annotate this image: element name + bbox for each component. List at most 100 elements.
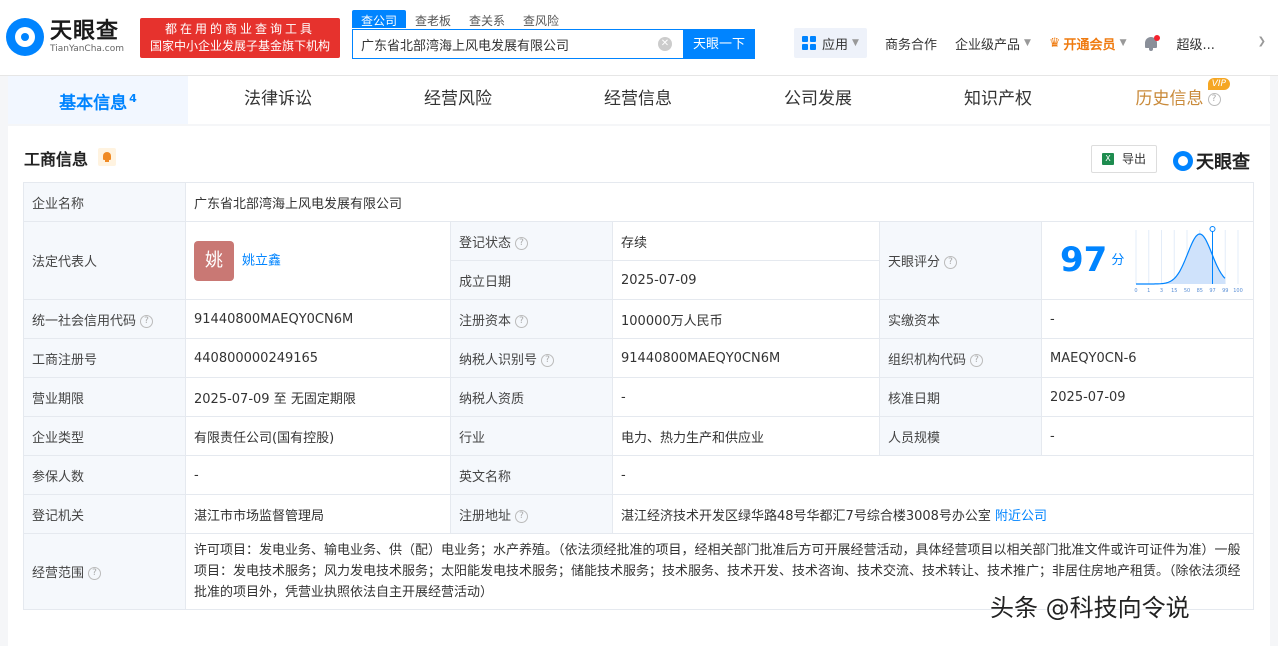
eye-logo-icon	[6, 18, 44, 56]
help-icon[interactable]: ?	[970, 353, 984, 367]
app-root: 天眼查 TianYanCha.com 都在用的商业查询工具 国家中小企业发展子基…	[0, 0, 1278, 646]
tab-basic-info[interactable]: 基本信息 4	[8, 76, 188, 124]
unread-dot	[1154, 35, 1161, 41]
excel-icon: X	[1102, 153, 1114, 165]
search-tab-company[interactable]: 查公司	[352, 10, 407, 28]
paid-capital-value: -	[1040, 299, 1255, 339]
tab-legal[interactable]: 法律诉讼	[188, 76, 368, 124]
score-distribution-chart: 0 1 3 15 50 85 97 99 100	[1134, 226, 1243, 294]
label-text: 注册资本	[459, 313, 512, 329]
address-value: 湛江经济技术开发区绿华路48号华都汇7号综合楼3008号办公室	[621, 508, 991, 524]
logo-domain: TianYanCha.com	[50, 43, 125, 54]
help-icon[interactable]: ?	[541, 353, 555, 367]
nav-enterprise[interactable]: 企业级产品 ▼	[955, 34, 1031, 53]
chevron-right-icon[interactable]: ❯	[1258, 36, 1266, 47]
tab-operation[interactable]: 经营信息	[548, 76, 728, 124]
cell-label: 行业	[450, 416, 613, 456]
table-row: 营业期限 2025-07-09 至 无固定期限 纳税人资质 - 核准日期 202…	[23, 377, 1255, 417]
cell-label: 实缴资本	[879, 299, 1042, 339]
table-row: 登记机关 湛江市市场监督管理局 注册地址? 湛江经济技术开发区绿华路48号华都汇…	[23, 494, 1255, 534]
company-type-value: 有限责任公司(国有控股)	[185, 416, 451, 456]
main-tabs: 基本信息 4 法律诉讼 经营风险 经营信息 公司发展 知识产权 历史信息? VIP	[8, 76, 1270, 124]
clear-icon[interactable]: ✕	[658, 37, 672, 51]
export-button[interactable]: X 导出	[1091, 145, 1157, 173]
slogan-line-1: 都在用的商业查询工具	[164, 22, 315, 36]
user-menu[interactable]: 超级...	[1176, 34, 1214, 53]
brand-watermark: 天眼查	[1173, 148, 1250, 174]
brand-text: 天眼查	[1196, 152, 1250, 173]
search-tab-risk[interactable]: 查风险	[514, 10, 568, 28]
cell-label-score: 天眼评分?	[879, 221, 1042, 300]
address-cell: 湛江经济技术开发区绿华路48号华都汇7号综合楼3008号办公室 附近公司	[611, 494, 1255, 534]
nav-vip[interactable]: ♛ 开通会员 ▼	[1049, 34, 1127, 53]
tab-label: 历史信息	[1135, 89, 1204, 109]
apps-label: 应用	[822, 37, 849, 53]
help-icon[interactable]: ?	[88, 567, 102, 580]
legal-rep-link[interactable]: 姚立鑫	[242, 253, 281, 268]
nearby-companies-link[interactable]: 附近公司	[995, 509, 1047, 524]
vip-badge: VIP	[1207, 78, 1230, 90]
cell-label-credit: 统一社会信用代码?	[23, 299, 186, 339]
search-tab-boss[interactable]: 查老板	[406, 10, 460, 28]
chart-tick-label: 97	[1209, 288, 1215, 294]
notifications[interactable]	[1144, 35, 1161, 51]
label-text: 登记状态	[459, 235, 512, 251]
cell-label: 工商注册号	[23, 338, 186, 378]
avatar[interactable]: 姚	[194, 240, 234, 281]
cell-label: 成立日期	[450, 260, 613, 300]
cell-label: 人员规模	[879, 416, 1042, 456]
nav-business[interactable]: 商务合作	[885, 34, 937, 53]
score-cell[interactable]: 97 分 0 1 3 15 50 85 97 99 100	[1040, 221, 1255, 300]
tab-history[interactable]: 历史信息? VIP	[1088, 76, 1268, 124]
tab-development[interactable]: 公司发展	[728, 76, 908, 124]
score-value: 97	[1060, 240, 1108, 280]
apps-menu[interactable]: 应用 ▼	[794, 28, 867, 58]
export-label: 导出	[1121, 152, 1146, 166]
company-name: 广东省北部湾海上风电发展有限公司	[184, 182, 1255, 222]
help-icon[interactable]: ?	[515, 509, 529, 523]
search-box: ✕	[352, 29, 684, 59]
eye-logo-icon	[1173, 151, 1193, 171]
chart-area	[1136, 234, 1226, 284]
established-value: 2025-07-09	[612, 260, 880, 300]
label-text: 组织机构代码	[888, 352, 967, 368]
score-unit: 分	[1111, 252, 1125, 268]
label-text: 经营范围	[32, 566, 85, 581]
help-icon[interactable]: ?	[1207, 92, 1221, 106]
tab-count: 4	[129, 92, 137, 105]
help-icon[interactable]: ?	[515, 314, 529, 328]
cell-label: 营业期限	[23, 377, 186, 417]
slogan-banner[interactable]: 都在用的商业查询工具 国家中小企业发展子基金旗下机构	[140, 18, 340, 58]
tab-risk[interactable]: 经营风险	[368, 76, 548, 124]
business-info-panel: 工商信息 X 导出 天眼查 企业名称 广东省北部湾海上风电发展有限公司 法定代表…	[8, 126, 1270, 646]
slogan-line-2: 国家中小企业发展子基金旗下机构	[149, 39, 330, 53]
nav-vip-label: 开通会员	[1063, 37, 1116, 53]
tab-ip[interactable]: 知识产权	[908, 76, 1088, 124]
panel-title: 工商信息	[24, 150, 89, 169]
cell-label-address: 注册地址?	[450, 494, 613, 534]
site-logo[interactable]: 天眼查 TianYanCha.com	[6, 18, 124, 56]
cell-label-capital: 注册资本?	[450, 299, 613, 339]
cell-label: 英文名称	[450, 455, 613, 495]
chart-tick-label: 99	[1222, 288, 1228, 294]
table-row: 统一社会信用代码? 91440800MAEQY0CN6M 注册资本? 10000…	[23, 299, 1255, 339]
search-button[interactable]: 天眼一下	[683, 29, 755, 59]
chart-marker-dot	[1209, 226, 1216, 232]
bell-icon[interactable]	[98, 148, 116, 166]
help-icon[interactable]: ?	[140, 314, 154, 328]
chart-tick-label: 50	[1184, 288, 1190, 294]
chart-tick-label: 1	[1147, 288, 1150, 294]
search-tab-relation[interactable]: 查关系	[460, 10, 514, 28]
chart-tick-label: 100	[1233, 288, 1243, 294]
authority-value: 湛江市市场监督管理局	[185, 494, 451, 534]
chevron-down-icon: ▼	[852, 38, 859, 48]
grid-icon	[802, 36, 816, 50]
help-icon[interactable]: ?	[944, 256, 958, 269]
taxpayer-id-value: 91440800MAEQY0CN6M	[612, 338, 880, 378]
taxpayer-qual-value: -	[612, 377, 880, 417]
table-row: 参保人数 - 英文名称 -	[23, 455, 1255, 495]
cell-label: 企业名称	[23, 182, 186, 222]
help-icon[interactable]: ?	[515, 236, 529, 250]
search-input[interactable]	[353, 30, 653, 58]
staff-size-value: -	[1040, 416, 1255, 456]
